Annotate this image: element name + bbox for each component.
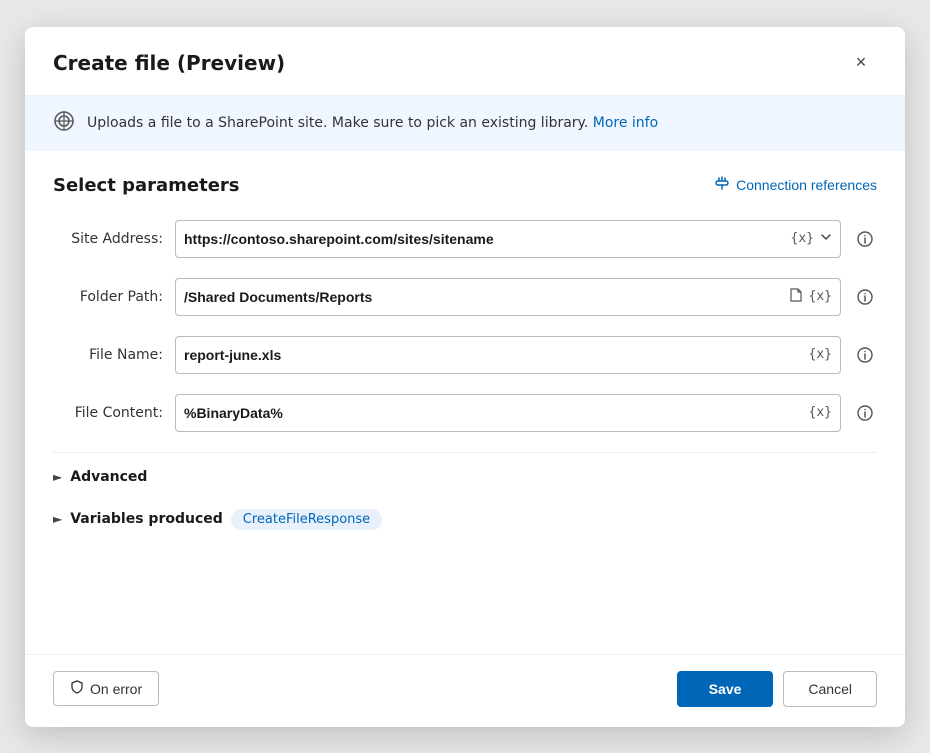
field-badge-0: {x} xyxy=(791,231,814,246)
form-row-2: File Name: {x} xyxy=(53,336,877,374)
dialog-footer: On error Save Cancel xyxy=(25,654,905,727)
field-info-btn-3[interactable] xyxy=(853,401,877,425)
divider-1 xyxy=(53,452,877,453)
variable-tag: CreateFileResponse xyxy=(231,509,382,530)
info-banner: Uploads a file to a SharePoint site. Mak… xyxy=(25,96,905,151)
field-input-2[interactable] xyxy=(184,347,803,363)
field-badge-2: {x} xyxy=(809,347,832,362)
upload-icon xyxy=(53,110,75,137)
field-input-wrap-1: {x} xyxy=(175,278,841,316)
on-error-button[interactable]: On error xyxy=(53,671,159,706)
field-chevron-0[interactable] xyxy=(820,231,832,246)
dialog-body: Select parameters Connection references … xyxy=(25,151,905,654)
connection-references-label: Connection references xyxy=(736,177,877,193)
form-row-3: File Content: {x} xyxy=(53,394,877,432)
form-row-0: Site Address: {x} xyxy=(53,220,877,258)
field-info-btn-0[interactable] xyxy=(853,227,877,251)
plug-icon xyxy=(714,175,730,196)
footer-actions: Save Cancel xyxy=(677,671,877,707)
form-row-1: Folder Path: {x} xyxy=(53,278,877,316)
info-banner-text: Uploads a file to a SharePoint site. Mak… xyxy=(87,115,658,131)
file-icon-1 xyxy=(788,287,803,306)
variables-chevron-icon: ► xyxy=(53,512,62,526)
dialog-header: Create file (Preview) × xyxy=(25,27,905,96)
field-badge-3: {x} xyxy=(809,405,832,420)
advanced-chevron-icon: ► xyxy=(53,470,62,484)
field-label-2: File Name: xyxy=(53,347,163,363)
field-label-0: Site Address: xyxy=(53,231,163,247)
shield-icon xyxy=(70,680,84,697)
advanced-section[interactable]: ► Advanced xyxy=(53,461,877,493)
connection-references-button[interactable]: Connection references xyxy=(714,175,877,196)
variables-label: Variables produced xyxy=(70,511,223,527)
cancel-button[interactable]: Cancel xyxy=(783,671,877,707)
field-input-wrap-3: {x} xyxy=(175,394,841,432)
field-input-3[interactable] xyxy=(184,405,803,421)
form-fields: Site Address:{x}Folder Path:{x}File Name… xyxy=(53,220,877,432)
dialog-title: Create file (Preview) xyxy=(53,51,285,75)
section-title: Select parameters xyxy=(53,175,240,196)
field-input-wrap-2: {x} xyxy=(175,336,841,374)
field-input-1[interactable] xyxy=(184,289,782,305)
field-label-1: Folder Path: xyxy=(53,289,163,305)
variables-section[interactable]: ► Variables produced CreateFileResponse xyxy=(53,501,877,538)
field-info-btn-2[interactable] xyxy=(853,343,877,367)
close-button[interactable]: × xyxy=(845,47,877,79)
more-info-link[interactable]: More info xyxy=(593,115,658,131)
advanced-label: Advanced xyxy=(70,469,147,485)
field-input-0[interactable] xyxy=(184,231,785,247)
save-button[interactable]: Save xyxy=(677,671,774,707)
section-header: Select parameters Connection references xyxy=(53,175,877,196)
field-info-btn-1[interactable] xyxy=(853,285,877,309)
create-file-dialog: Create file (Preview) × Uploads a file t… xyxy=(25,27,905,727)
field-badge-1: {x} xyxy=(809,289,832,304)
field-label-3: File Content: xyxy=(53,405,163,421)
on-error-label: On error xyxy=(90,681,142,697)
field-input-wrap-0: {x} xyxy=(175,220,841,258)
